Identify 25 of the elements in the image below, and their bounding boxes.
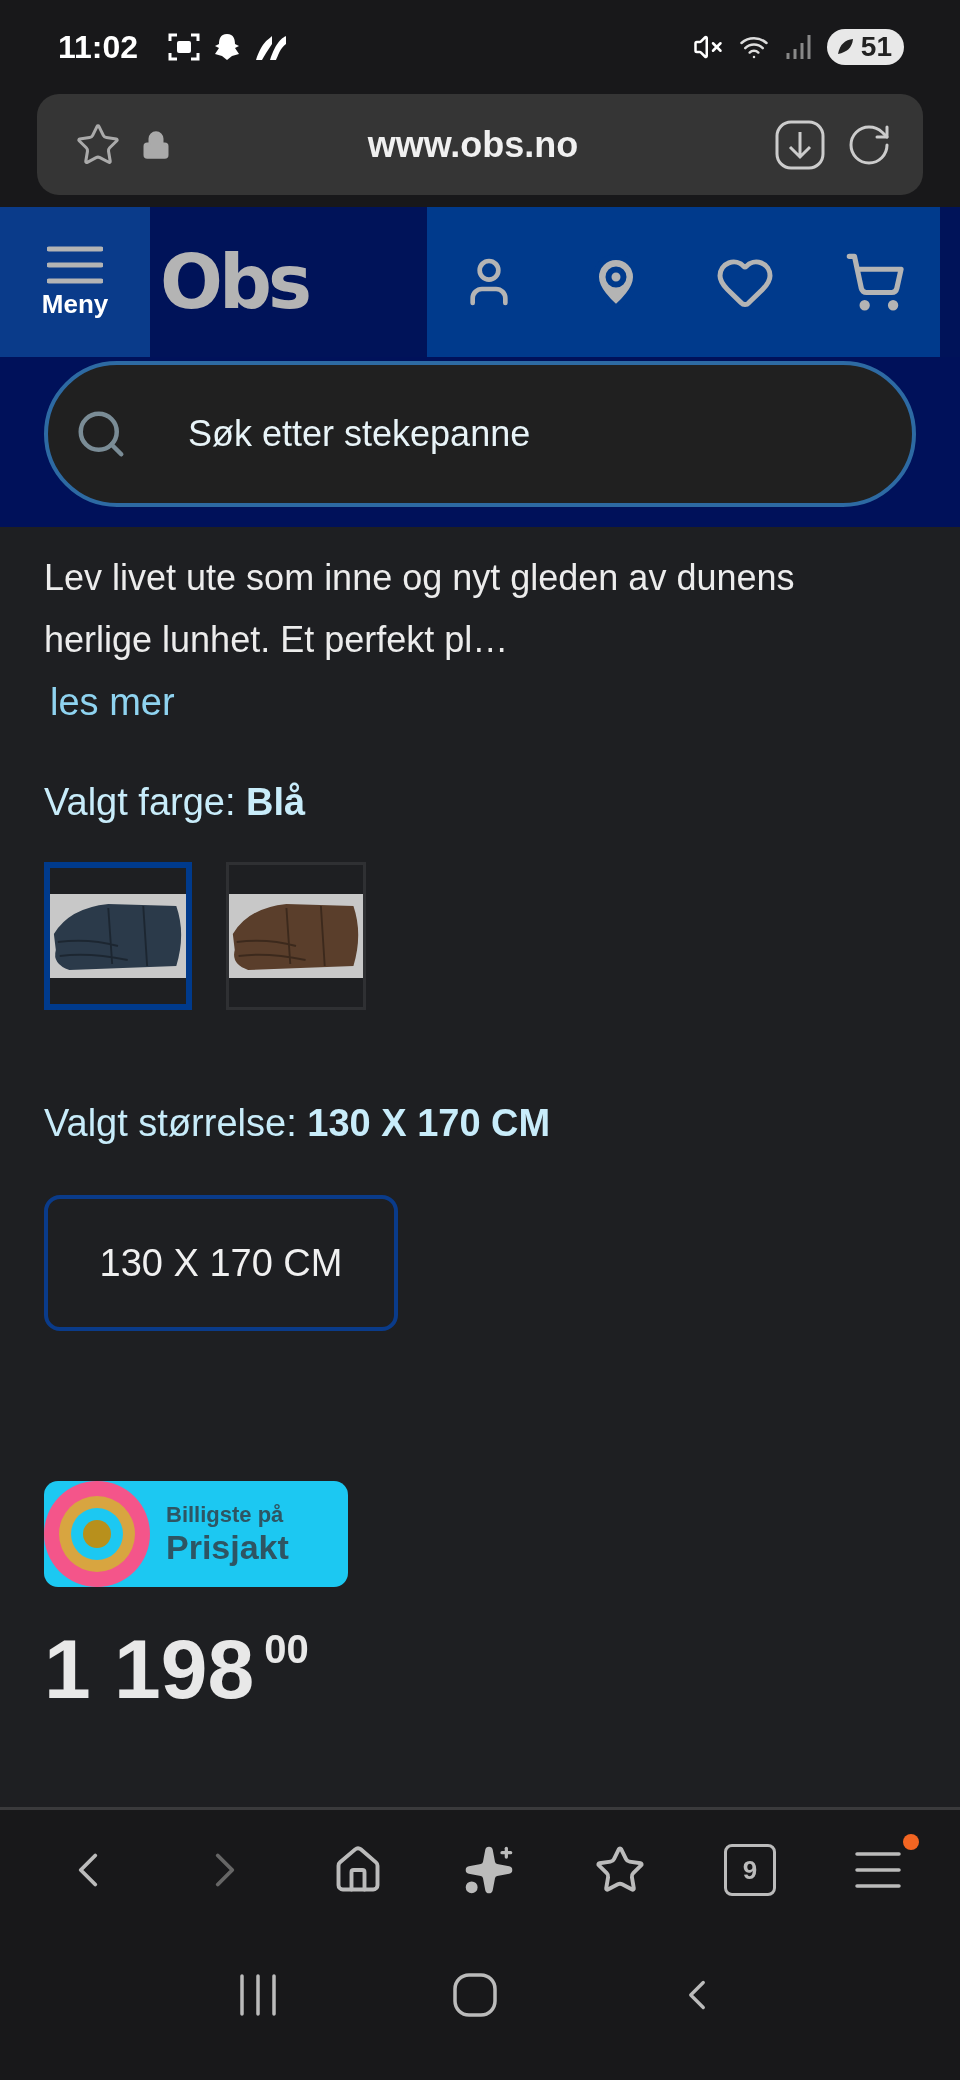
address-bar[interactable]: www.obs.no <box>37 94 923 195</box>
logo[interactable]: Obs <box>150 207 427 357</box>
menu-icon <box>47 244 103 285</box>
download-icon[interactable] <box>775 119 825 170</box>
tabs-button[interactable]: 9 <box>724 1844 777 1896</box>
battery-indicator: 51 <box>826 29 904 65</box>
clock: 11:02 <box>58 28 139 66</box>
search-field[interactable]: Søk etter stekepanne <box>44 361 916 507</box>
product-description: Lev livet ute som inne og nyt gleden av dunens herlige lunhet. Et perfekt pl… <box>44 556 796 662</box>
badge-caption: Billigste på <box>166 1501 285 1528</box>
recent-apps-icon[interactable] <box>237 1974 278 2016</box>
size-option[interactable]: 130 X 170 CM <box>44 1195 398 1331</box>
read-more-link[interactable]: les mer <box>50 671 175 733</box>
home-icon[interactable] <box>453 1973 497 2017</box>
signal-icon <box>784 33 811 61</box>
menu-button[interactable]: Meny <box>0 207 150 357</box>
lock-icon <box>141 129 171 160</box>
color-swatch[interactable] <box>44 862 192 1010</box>
screenshot-icon <box>168 32 201 62</box>
badge-title: Prisjakt <box>166 1527 289 1567</box>
selected-color-label: Valgt farge: Blå <box>44 781 307 824</box>
menu-icon <box>854 1850 901 1890</box>
url-text: www.obs.no <box>366 123 580 166</box>
color-swatch[interactable] <box>226 862 366 1010</box>
selected-size-label: Valgt størrelse: 130 X 170 CM <box>44 1102 552 1145</box>
